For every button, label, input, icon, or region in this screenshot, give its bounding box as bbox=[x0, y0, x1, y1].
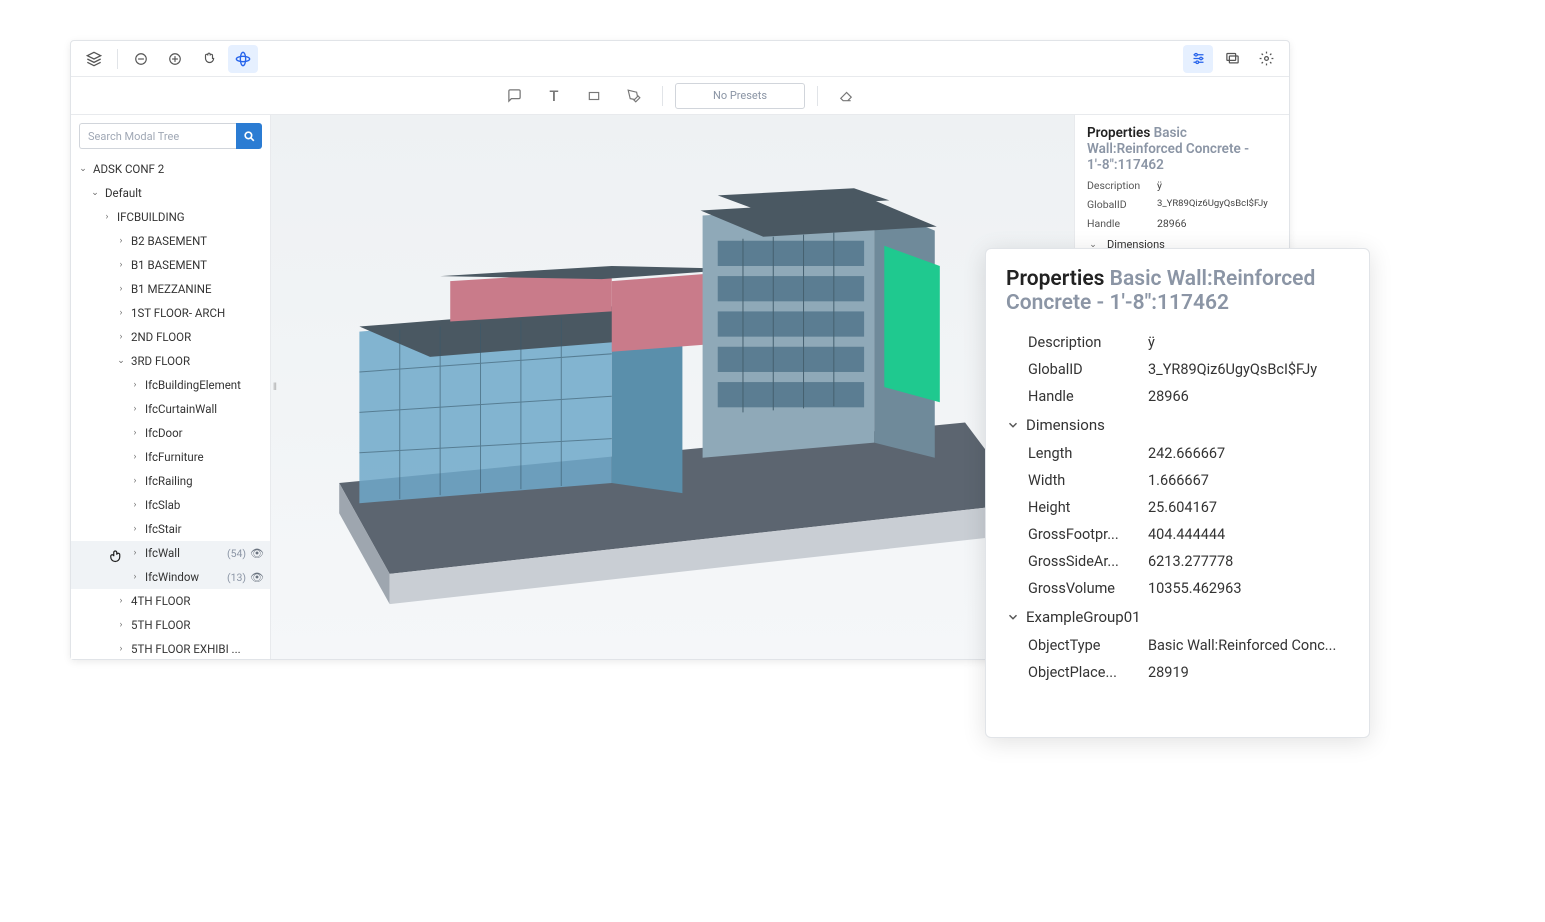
tree-item[interactable]: ›IfcDoor bbox=[71, 421, 270, 445]
panel-subtitle: Basic Wall:Reinforced bbox=[1110, 267, 1316, 291]
comment-icon[interactable] bbox=[498, 82, 530, 110]
chevron-right-icon: › bbox=[115, 644, 127, 654]
property-row: GlobalID3_YR89Qiz6UgyQsBcI$FJy bbox=[1006, 356, 1349, 383]
tree-item-ifcwall[interactable]: ›IfcWall(54)👁 bbox=[71, 541, 270, 565]
chevron-down-icon: ⌄ bbox=[89, 188, 101, 198]
text-icon[interactable]: T bbox=[538, 82, 570, 110]
orbit-icon[interactable] bbox=[228, 45, 258, 73]
chevron-right-icon: › bbox=[129, 548, 141, 558]
group-dimensions[interactable]: Dimensions bbox=[1006, 410, 1349, 440]
zoom-out-icon[interactable] bbox=[126, 45, 156, 73]
panel-subtitle-2: Concrete - 1'-8":117462 bbox=[1006, 291, 1349, 315]
search-button[interactable] bbox=[236, 123, 262, 149]
tree-item[interactable]: ›B1 BASEMENT bbox=[71, 253, 270, 277]
chat-icon[interactable] bbox=[1217, 45, 1247, 73]
search-input[interactable] bbox=[79, 123, 236, 149]
tree-item[interactable]: ›B2 BASEMENT bbox=[71, 229, 270, 253]
chevron-down-icon: ⌄ bbox=[115, 356, 127, 366]
chevron-right-icon: › bbox=[115, 308, 127, 318]
property-row: GrossFootpr...404.444444 bbox=[1006, 521, 1349, 548]
tree-item[interactable]: ⌄ADSK CONF 2 bbox=[71, 157, 270, 181]
resize-handle[interactable]: ‖ bbox=[271, 372, 279, 402]
settings-panel-icon[interactable] bbox=[1183, 45, 1213, 73]
group-example[interactable]: ExampleGroup01 bbox=[1006, 602, 1349, 632]
tree-item[interactable]: ›5TH FLOOR EXHIBI ... bbox=[71, 637, 270, 659]
chevron-right-icon: › bbox=[115, 620, 127, 630]
chevron-right-icon: › bbox=[129, 380, 141, 390]
property-row: GrossSideAr...6213.277778 bbox=[1006, 548, 1349, 575]
chevron-right-icon: › bbox=[115, 596, 127, 606]
model-tree-sidebar: ⌄ADSK CONF 2 ⌄Default ›IFCBUILDING ›B2 B… bbox=[71, 115, 271, 659]
layers-icon[interactable] bbox=[79, 45, 109, 73]
preset-select[interactable]: No Presets bbox=[675, 83, 805, 109]
chevron-right-icon: › bbox=[129, 572, 141, 582]
property-row: Width1.666667 bbox=[1006, 467, 1349, 494]
tree-item[interactable]: ›IfcCurtainWall bbox=[71, 397, 270, 421]
tree-item[interactable]: ›4TH FLOOR bbox=[71, 589, 270, 613]
tree-item[interactable]: ›5TH FLOOR bbox=[71, 613, 270, 637]
chevron-down-icon bbox=[1006, 418, 1020, 432]
property-row: Descriptionÿ bbox=[1006, 329, 1349, 356]
tree-item[interactable]: ›IfcRailing bbox=[71, 469, 270, 493]
property-row: ObjectPlace...28919 bbox=[1006, 659, 1349, 686]
tree-item[interactable]: ⌄3RD FLOOR bbox=[71, 349, 270, 373]
chevron-right-icon: › bbox=[129, 404, 141, 414]
eraser-icon[interactable] bbox=[830, 82, 862, 110]
tree-item[interactable]: ⌄Default bbox=[71, 181, 270, 205]
chevron-down-icon: ⌄ bbox=[77, 164, 89, 174]
chevron-right-icon: › bbox=[129, 500, 141, 510]
chevron-right-icon: › bbox=[129, 428, 141, 438]
tree-item[interactable]: ›2ND FLOOR bbox=[71, 325, 270, 349]
chevron-right-icon: › bbox=[129, 524, 141, 534]
tree-item[interactable]: ›IfcStair bbox=[71, 517, 270, 541]
tree-item[interactable]: ›1ST FLOOR- ARCH bbox=[71, 301, 270, 325]
tree-item[interactable]: ›B1 MEZZANINE bbox=[71, 277, 270, 301]
panel-title: Properties bbox=[1006, 267, 1104, 291]
tree-item[interactable]: ›IFCBUILDING bbox=[71, 205, 270, 229]
chevron-right-icon: › bbox=[115, 332, 127, 342]
draw-icon[interactable] bbox=[618, 82, 650, 110]
tree-item[interactable]: ›IfcSlab bbox=[71, 493, 270, 517]
chevron-right-icon: › bbox=[115, 284, 127, 294]
main-toolbar bbox=[71, 41, 1289, 77]
rectangle-icon[interactable] bbox=[578, 82, 610, 110]
panel-title: Properties bbox=[1087, 125, 1150, 141]
eye-icon[interactable]: 👁 bbox=[250, 547, 264, 560]
properties-panel-large: Properties Basic Wall:Reinforced Concret… bbox=[985, 248, 1370, 738]
chevron-right-icon: › bbox=[115, 260, 127, 270]
chevron-right-icon: › bbox=[129, 476, 141, 486]
zoom-in-icon[interactable] bbox=[160, 45, 190, 73]
property-row: Length242.666667 bbox=[1006, 440, 1349, 467]
property-row: Handle28966 bbox=[1006, 383, 1349, 410]
chevron-right-icon: › bbox=[115, 236, 127, 246]
chevron-down-icon bbox=[1006, 610, 1020, 624]
model-tree: ⌄ADSK CONF 2 ⌄Default ›IFCBUILDING ›B2 B… bbox=[71, 157, 270, 659]
annotation-toolbar: T No Presets bbox=[71, 77, 1289, 115]
property-row: GrossVolume10355.462963 bbox=[1006, 575, 1349, 602]
gear-icon[interactable] bbox=[1251, 45, 1281, 73]
tree-item[interactable]: ›IfcBuildingElement bbox=[71, 373, 270, 397]
chevron-right-icon: › bbox=[101, 212, 113, 222]
pan-icon[interactable] bbox=[194, 45, 224, 73]
building-model bbox=[319, 160, 1026, 614]
3d-viewport[interactable]: ‖ bbox=[271, 115, 1074, 659]
chevron-right-icon: › bbox=[129, 452, 141, 462]
property-row: Height25.604167 bbox=[1006, 494, 1349, 521]
tree-item[interactable]: ›IfcFurniture bbox=[71, 445, 270, 469]
tree-item-ifcwindow[interactable]: ›IfcWindow(13)👁 bbox=[71, 565, 270, 589]
property-row: ObjectTypeBasic Wall:Reinforced Conc... bbox=[1006, 632, 1349, 659]
eye-icon[interactable]: 👁 bbox=[250, 571, 264, 584]
